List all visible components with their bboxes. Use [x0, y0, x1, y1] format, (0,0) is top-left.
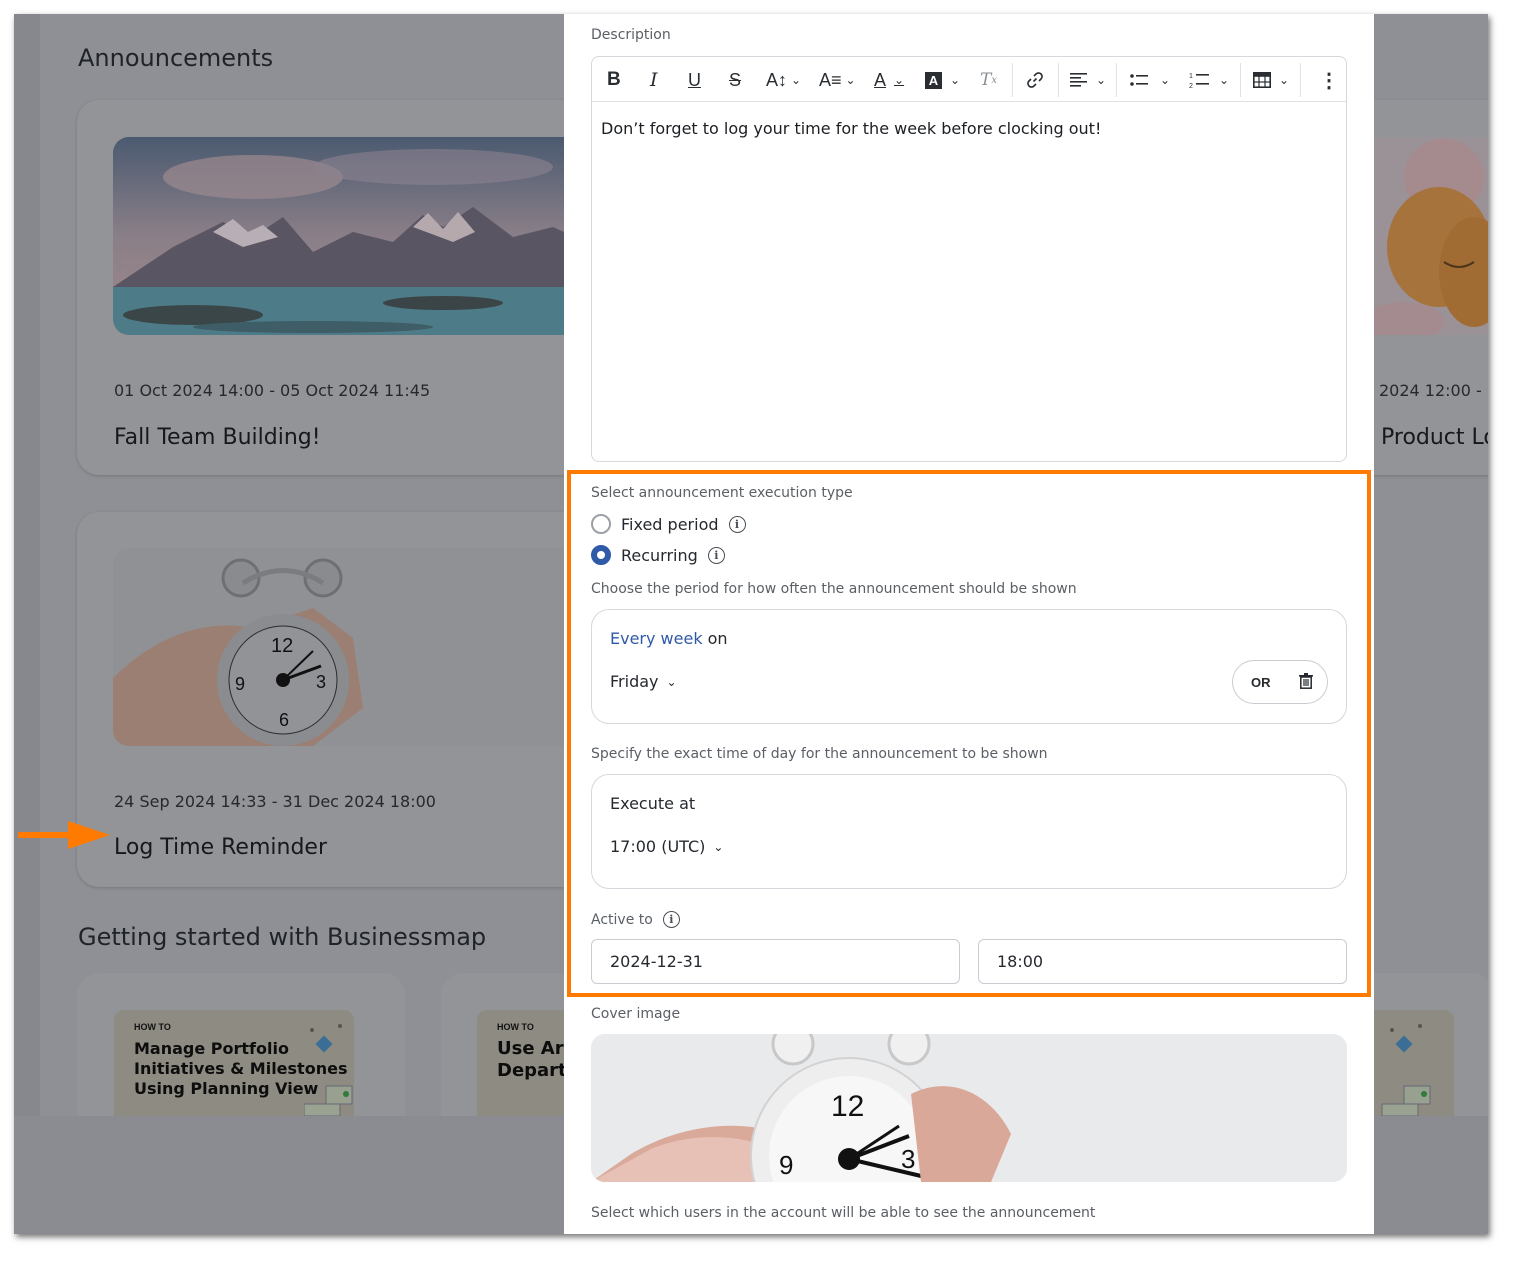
- getting-started-title: Getting started with Businessmap: [78, 923, 487, 951]
- font-style-icon[interactable]: A≡ ⌄: [819, 67, 856, 93]
- radio-recurring[interactable]: [591, 545, 611, 565]
- svg-text:12: 12: [271, 635, 293, 657]
- svg-text:3: 3: [901, 1144, 915, 1174]
- card-image-alarm-clock: 12 9 3 6: [113, 548, 597, 746]
- guide-card[interactable]: HOW TO Manage Portfolio Initiatives & Mi…: [77, 973, 405, 1116]
- guide-thumbnail: HOW TO Manage Portfolio Initiatives & Mi…: [114, 1010, 354, 1116]
- announcement-card-log-time[interactable]: 12 9 3 6 24 Sep 2024 14:33 - 31 Dec 2024…: [77, 512, 597, 887]
- cover-image[interactable]: 12 9 3: [591, 1034, 1347, 1182]
- guide-card[interactable]: HOW TO Use Arr Depart: [441, 973, 581, 1116]
- card-date: 2024 12:00 - 30: [1379, 381, 1488, 400]
- bold-icon[interactable]: B: [607, 67, 621, 93]
- highlight-color-icon[interactable]: A ⌄: [925, 67, 960, 93]
- text-color-icon[interactable]: A ⌄: [874, 67, 904, 93]
- strikethrough-icon[interactable]: S: [729, 67, 741, 93]
- guide-illustration: [1381, 1024, 1431, 1116]
- svg-text:9: 9: [779, 1150, 793, 1180]
- info-icon[interactable]: i: [707, 546, 725, 564]
- or-button[interactable]: OR: [1251, 675, 1271, 690]
- toolbar-separator: [1012, 63, 1013, 97]
- users-label: Select which users in the account will b…: [591, 1205, 1096, 1221]
- description-text[interactable]: Don’t forget to log your time for the we…: [601, 119, 1101, 138]
- day-select[interactable]: Friday ⌄: [610, 672, 677, 691]
- card-title: Log Time Reminder: [114, 835, 327, 860]
- frequency-line: Every week on: [610, 629, 728, 648]
- svg-text:12: 12: [831, 1090, 864, 1123]
- time-label: Specify the exact time of day for the an…: [591, 746, 1048, 762]
- bullet-list-icon[interactable]: ⌄: [1130, 67, 1170, 93]
- option-label: Recurring: [621, 545, 698, 565]
- chevron-down-icon: ⌄: [666, 674, 677, 689]
- toolbar-separator: [1240, 63, 1241, 97]
- active-to-label: Active to: [591, 911, 653, 928]
- active-to-time-input[interactable]: 18:00: [978, 939, 1347, 984]
- frequency-link[interactable]: Every week: [610, 629, 703, 648]
- period-box: Every week on Friday ⌄ OR: [591, 609, 1347, 724]
- guide-howto: HOW TO: [134, 1022, 171, 1032]
- guide-title-line: Manage Portfolio: [134, 1039, 289, 1058]
- cover-image-label: Cover image: [591, 1006, 681, 1022]
- editor-toolbar: B I U S A↕ ⌄ A≡ ⌄ A ⌄ A ⌄ Tx ⌄ ⌄ 1 2 ⌄ ⌄…: [592, 57, 1346, 102]
- or-delete-pill: OR: [1232, 660, 1328, 704]
- font-size-icon[interactable]: A↕ ⌄: [766, 67, 801, 93]
- execute-at-label: Execute at: [610, 794, 696, 813]
- svg-text:3: 3: [316, 672, 326, 692]
- description-label: Description: [591, 27, 671, 43]
- left-strip: [14, 14, 40, 1116]
- underline-icon[interactable]: U: [688, 67, 701, 93]
- card-image-mountains: [113, 137, 597, 335]
- card-date: 24 Sep 2024 14:33 - 31 Dec 2024 18:00: [114, 792, 436, 811]
- guide-title-line: Use Arr: [497, 1038, 573, 1059]
- day-value: Friday: [610, 672, 659, 691]
- card-title: Fall Team Building!: [114, 425, 321, 450]
- guide-title-line: Depart: [497, 1060, 567, 1081]
- link-icon[interactable]: [1026, 67, 1044, 93]
- numbered-list-icon[interactable]: 1 2 ⌄: [1189, 67, 1229, 93]
- clear-format-icon[interactable]: Tx: [980, 67, 997, 93]
- period-label: Choose the period for how often the anno…: [591, 581, 1077, 597]
- option-label: Fixed period: [621, 514, 719, 534]
- table-icon[interactable]: ⌄: [1253, 67, 1289, 93]
- radio-fixed-period[interactable]: [591, 514, 611, 534]
- svg-text:6: 6: [279, 710, 289, 730]
- time-box: Execute at 17:00 (UTC) ⌄: [591, 774, 1347, 889]
- on-text: on: [707, 629, 728, 648]
- screenshot-frame: Announcements 01 Oct 2024 14:00 - 05 Oct…: [14, 14, 1488, 1234]
- italic-icon[interactable]: I: [650, 67, 658, 93]
- card-title: Product Lo: [1381, 425, 1488, 450]
- svg-text:9: 9: [235, 674, 245, 694]
- align-icon[interactable]: ⌄: [1070, 67, 1106, 93]
- more-options-icon[interactable]: ⋮: [1319, 67, 1339, 93]
- active-to-date-input[interactable]: 2024-12-31: [591, 939, 960, 984]
- announcement-card-fall-team[interactable]: 01 Oct 2024 14:00 - 05 Oct 2024 11:45 Fa…: [77, 100, 597, 475]
- execution-type-label: Select announcement execution type: [591, 485, 853, 501]
- announcement-card-product[interactable]: 2024 12:00 - 30 Product Lo: [1354, 100, 1488, 475]
- time-value: 17:00 (UTC): [610, 837, 706, 856]
- orange-arrow-annotation: [18, 821, 110, 849]
- trash-icon[interactable]: [1299, 672, 1313, 692]
- announcements-title: Announcements: [78, 44, 274, 72]
- info-icon[interactable]: i: [728, 515, 746, 533]
- option-fixed-period[interactable]: Fixed period i: [591, 514, 746, 534]
- card-image-balloons: [1354, 137, 1488, 335]
- svg-text:2: 2: [1189, 83, 1193, 89]
- guide-title-line: Using Planning View: [134, 1079, 319, 1098]
- option-recurring[interactable]: Recurring i: [591, 545, 725, 565]
- toolbar-separator: [1300, 63, 1301, 97]
- announcement-modal: Description B I U S A↕ ⌄ A≡ ⌄ A ⌄ A ⌄ Tx ⌄: [564, 14, 1374, 1234]
- guide-illustration: [304, 1024, 353, 1116]
- info-icon[interactable]: i: [662, 911, 680, 928]
- time-select[interactable]: 17:00 (UTC) ⌄: [610, 837, 723, 856]
- toolbar-separator: [1116, 63, 1117, 97]
- svg-text:1: 1: [1189, 73, 1193, 80]
- description-editor[interactable]: B I U S A↕ ⌄ A≡ ⌄ A ⌄ A ⌄ Tx ⌄ ⌄ 1 2 ⌄ ⌄…: [591, 56, 1347, 462]
- card-date: 01 Oct 2024 14:00 - 05 Oct 2024 11:45: [114, 381, 431, 400]
- active-to-row: Active to i: [591, 911, 680, 928]
- toolbar-separator: [1058, 63, 1059, 97]
- guide-howto: HOW TO: [497, 1022, 534, 1032]
- chevron-down-icon: ⌄: [713, 839, 724, 854]
- guide-card[interactable]: [1354, 973, 1488, 1116]
